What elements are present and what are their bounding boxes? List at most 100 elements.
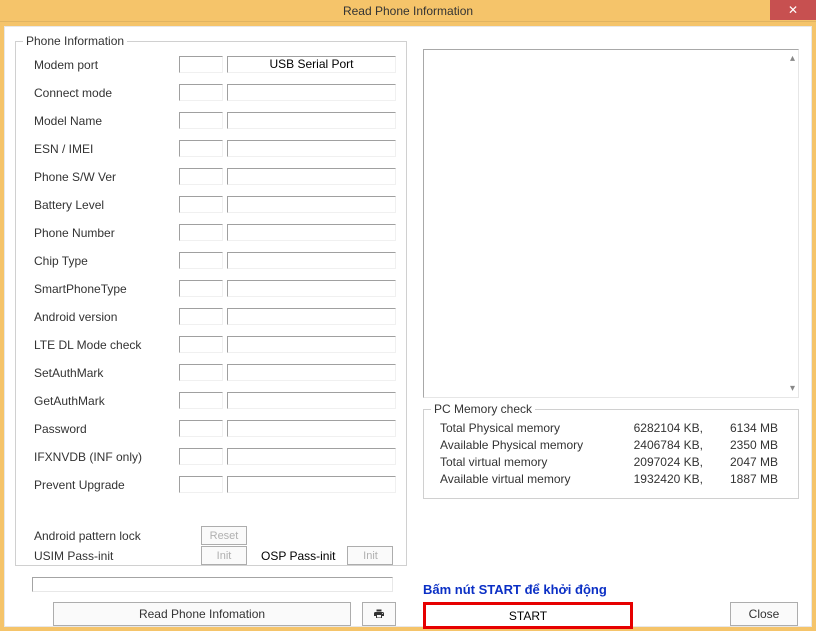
label-password: Password	[34, 422, 179, 436]
row-modem-port: Modem port USB Serial Port	[34, 56, 396, 73]
field-setauthmark-short	[179, 364, 223, 381]
label-esn-imei: ESN / IMEI	[34, 142, 179, 156]
window-body: Phone Information Modem port USB Serial …	[4, 26, 812, 627]
field-battery-short	[179, 196, 223, 213]
row-phone-number: Phone Number	[34, 224, 396, 241]
label-battery: Battery Level	[34, 198, 179, 212]
field-phone-number-long	[227, 224, 396, 241]
row-smartphone-type: SmartPhoneType	[34, 280, 396, 297]
field-chip-type-long	[227, 252, 396, 269]
row-prevent-upgrade: Prevent Upgrade	[34, 476, 396, 493]
field-password-long	[227, 420, 396, 437]
status-bar	[32, 577, 393, 592]
row-pattern-lock: Android pattern lock Reset	[34, 526, 247, 545]
mem-mb: 6134 MB	[703, 420, 778, 437]
mem-kb: 2406784 KB,	[608, 437, 703, 454]
read-phone-info-button[interactable]: Read Phone Infomation	[53, 602, 351, 626]
window-title: Read Phone Information	[343, 4, 473, 18]
field-android-version-long	[227, 308, 396, 325]
field-prevent-upgrade-long	[227, 476, 396, 493]
label-getauthmark: GetAuthMark	[34, 394, 179, 408]
field-phone-number-short	[179, 224, 223, 241]
label-phone-number: Phone Number	[34, 226, 179, 240]
printer-icon	[373, 607, 385, 621]
label-smartphone-type: SmartPhoneType	[34, 282, 179, 296]
mem-kb: 2097024 KB,	[608, 454, 703, 471]
field-sw-ver-long	[227, 168, 396, 185]
field-getauthmark-short	[179, 392, 223, 409]
scroll-up-icon[interactable]: ▴	[790, 53, 795, 64]
label-pattern-lock: Android pattern lock	[34, 529, 179, 543]
field-connect-mode-short	[179, 84, 223, 101]
row-battery: Battery Level	[34, 196, 396, 213]
label-setauthmark: SetAuthMark	[34, 366, 179, 380]
row-setauthmark: SetAuthMark	[34, 364, 396, 381]
log-textarea[interactable]: ▴ ▾	[423, 49, 799, 398]
row-getauthmark: GetAuthMark	[34, 392, 396, 409]
start-button[interactable]: START	[423, 602, 633, 629]
field-model-name-short	[179, 112, 223, 129]
usim-init-button[interactable]: Init	[201, 546, 247, 565]
label-model-name: Model Name	[34, 114, 179, 128]
phone-info-group: Phone Information Modem port USB Serial …	[15, 41, 407, 566]
field-chip-type-short	[179, 252, 223, 269]
phone-info-legend: Phone Information	[23, 34, 127, 48]
row-ifxnvdb: IFXNVDB (INF only)	[34, 448, 396, 465]
close-button[interactable]: Close	[730, 602, 798, 626]
mem-row-total-virtual: Total virtual memory 2097024 KB, 2047 MB	[424, 454, 798, 471]
mem-label: Available Physical memory	[440, 437, 608, 454]
pc-memory-group: PC Memory check Total Physical memory 62…	[423, 409, 799, 499]
print-button[interactable]	[362, 602, 396, 626]
field-model-name-long	[227, 112, 396, 129]
row-model-name: Model Name	[34, 112, 396, 129]
label-osp: OSP Pass-init	[261, 549, 335, 563]
field-ifxnvdb-long	[227, 448, 396, 465]
field-smartphone-type-short	[179, 280, 223, 297]
field-connect-mode-long	[227, 84, 396, 101]
row-android-version: Android version	[34, 308, 396, 325]
field-lte-dl-short	[179, 336, 223, 353]
row-password: Password	[34, 420, 396, 437]
label-connect-mode: Connect mode	[34, 86, 179, 100]
pc-memory-legend: PC Memory check	[431, 402, 535, 416]
field-getauthmark-long	[227, 392, 396, 409]
label-android-version: Android version	[34, 310, 179, 324]
scroll-down-icon[interactable]: ▾	[790, 383, 795, 394]
label-ifxnvdb: IFXNVDB (INF only)	[34, 450, 179, 464]
field-ifxnvdb-short	[179, 448, 223, 465]
label-chip-type: Chip Type	[34, 254, 179, 268]
row-sw-ver: Phone S/W Ver	[34, 168, 396, 185]
field-smartphone-type-long	[227, 280, 396, 297]
row-chip-type: Chip Type	[34, 252, 396, 269]
titlebar: Read Phone Information ✕	[0, 0, 816, 22]
row-lte-dl: LTE DL Mode check	[34, 336, 396, 353]
field-password-short	[179, 420, 223, 437]
field-lte-dl-long	[227, 336, 396, 353]
mem-row-avail-physical: Available Physical memory 2406784 KB, 23…	[424, 437, 798, 454]
label-modem-port: Modem port	[34, 58, 179, 72]
field-esn-imei-short	[179, 140, 223, 157]
mem-row-avail-virtual: Available virtual memory 1932420 KB, 188…	[424, 471, 798, 488]
window-close-button[interactable]: ✕	[770, 0, 816, 20]
field-prevent-upgrade-short	[179, 476, 223, 493]
field-sw-ver-short	[179, 168, 223, 185]
reset-button[interactable]: Reset	[201, 526, 247, 545]
label-prevent-upgrade: Prevent Upgrade	[34, 478, 179, 492]
mem-row-total-physical: Total Physical memory 6282104 KB, 6134 M…	[424, 420, 798, 437]
field-esn-imei-long	[227, 140, 396, 157]
row-usim-osp: USIM Pass-init Init OSP Pass-init Init	[34, 546, 393, 565]
label-sw-ver: Phone S/W Ver	[34, 170, 179, 184]
osp-init-button[interactable]: Init	[347, 546, 393, 565]
field-modem-port-short	[179, 56, 223, 73]
mem-mb: 1887 MB	[703, 471, 778, 488]
mem-label: Available virtual memory	[440, 471, 608, 488]
row-connect-mode: Connect mode	[34, 84, 396, 101]
row-esn-imei: ESN / IMEI	[34, 140, 396, 157]
mem-mb: 2350 MB	[703, 437, 778, 454]
field-modem-port-long: USB Serial Port	[227, 56, 396, 73]
hint-text: Bấm nút START để khởi động	[423, 582, 607, 597]
label-usim: USIM Pass-init	[34, 549, 179, 563]
mem-label: Total virtual memory	[440, 454, 608, 471]
mem-label: Total Physical memory	[440, 420, 608, 437]
field-battery-long	[227, 196, 396, 213]
